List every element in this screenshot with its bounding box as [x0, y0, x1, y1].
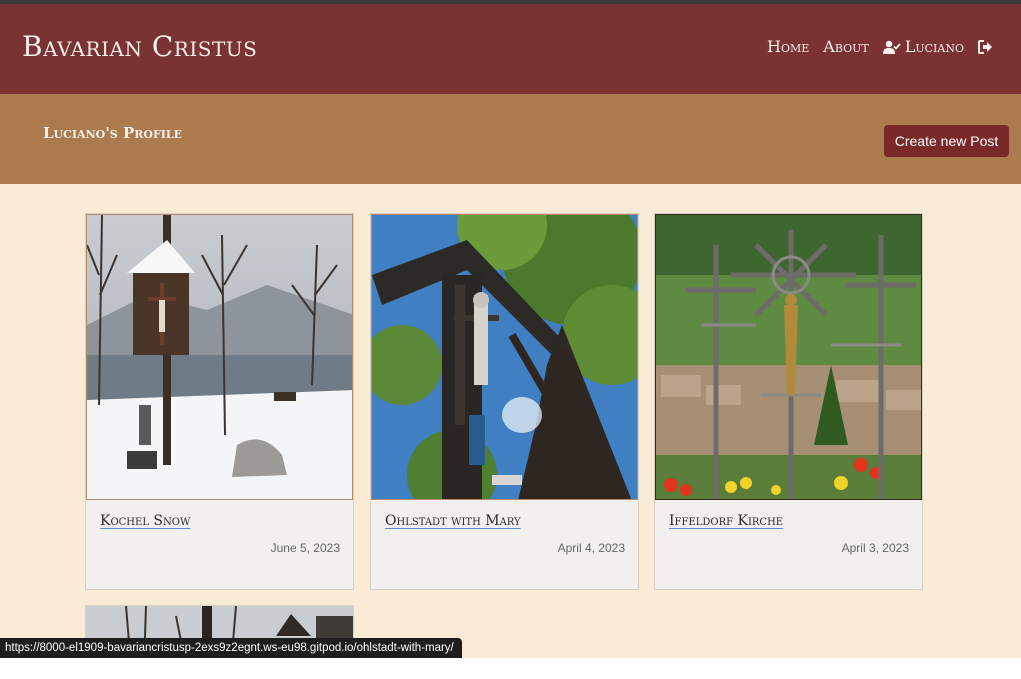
post-date: June 5, 2023 — [270, 541, 340, 555]
post-title-link[interactable]: Iffeldorf Kirche — [669, 513, 783, 529]
nav-logout-link[interactable] — [978, 39, 993, 54]
post-title-link[interactable]: Kochel Snow — [100, 513, 190, 529]
post-title-link[interactable]: Ohlstadt with Mary — [385, 513, 521, 529]
status-bar-url: https://8000-el1909-bavariancristusp-2ex… — [0, 638, 462, 658]
sign-out-icon — [978, 39, 993, 54]
nav-about-link[interactable]: About — [823, 37, 868, 56]
nav-user-link[interactable]: Luciano — [882, 37, 964, 56]
post-card[interactable]: Kochel Snow June 5, 2023 — [85, 213, 354, 590]
post-card[interactable]: Iffeldorf Kirche April 3, 2023 — [654, 213, 923, 590]
post-card[interactable]: Ohlstadt with Mary April 4, 2023 — [370, 213, 639, 590]
post-image[interactable] — [655, 214, 922, 500]
profile-header: Luciano's Profile Create new Post — [0, 94, 1021, 184]
post-date: April 4, 2023 — [557, 541, 625, 555]
main-nav: Home About Luciano — [767, 37, 993, 56]
create-post-button[interactable]: Create new Post — [884, 125, 1009, 157]
page-title: Luciano's Profile — [43, 124, 183, 142]
user-check-icon — [882, 40, 901, 54]
nav-home-link[interactable]: Home — [767, 37, 809, 56]
post-image[interactable] — [371, 214, 638, 500]
post-image[interactable] — [86, 214, 353, 500]
post-date: April 3, 2023 — [841, 541, 909, 555]
navbar: Bavarian Cristus Home About Luciano — [0, 4, 1021, 94]
nav-user-label: Luciano — [904, 37, 964, 56]
posts-grid: Kochel Snow June 5, 2023 Ohlstadt with M… — [0, 184, 1021, 658]
brand-logo[interactable]: Bavarian Cristus — [22, 30, 257, 63]
page-bottom-area — [0, 658, 1021, 679]
